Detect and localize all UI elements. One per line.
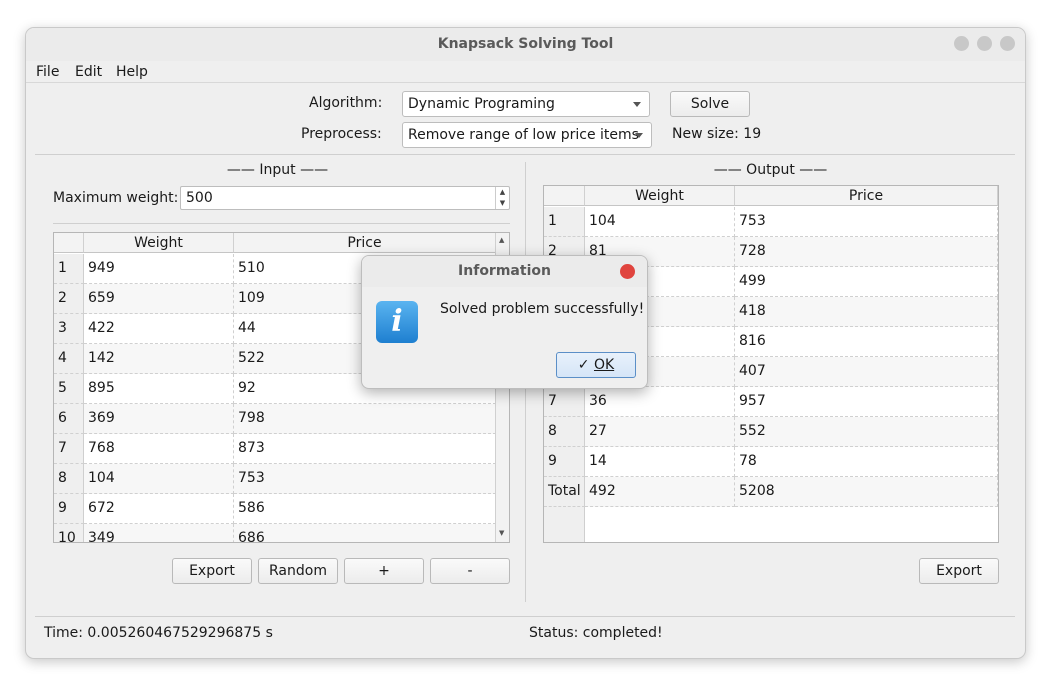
- corner-header: [54, 233, 84, 253]
- price-cell[interactable]: 753: [735, 207, 998, 237]
- weight-cell[interactable]: 422: [84, 314, 234, 344]
- row-header-fill: [544, 507, 585, 542]
- time-label: Time: 0.005260467529296875 s: [44, 625, 273, 641]
- solve-button[interactable]: Solve: [670, 91, 750, 117]
- window-title: Knapsack Solving Tool: [437, 36, 614, 52]
- row-header[interactable]: 1: [54, 254, 84, 284]
- price-cell[interactable]: 816: [735, 327, 998, 357]
- row-header[interactable]: 8: [544, 417, 585, 447]
- preprocess-label: Preprocess:: [301, 126, 382, 142]
- row-header[interactable]: 1: [544, 207, 585, 237]
- weight-cell[interactable]: 949: [84, 254, 234, 284]
- menu-edit[interactable]: Edit: [75, 61, 102, 83]
- close-button[interactable]: [1000, 36, 1015, 51]
- input-col-price[interactable]: Price: [234, 233, 496, 253]
- minimize-button[interactable]: [954, 36, 969, 51]
- row-header[interactable]: 7: [54, 434, 84, 464]
- price-cell[interactable]: 957: [735, 387, 998, 417]
- row-header[interactable]: 6: [54, 404, 84, 434]
- random-button[interactable]: Random: [258, 558, 338, 584]
- dialog-title: Information: [458, 263, 551, 279]
- weight-cell[interactable]: 14: [585, 447, 735, 477]
- menu-bar: File Edit Help: [26, 61, 1025, 83]
- price-cell[interactable]: 873: [234, 434, 496, 464]
- price-cell[interactable]: 78: [735, 447, 998, 477]
- price-cell[interactable]: 418: [735, 297, 998, 327]
- maximize-button[interactable]: [977, 36, 992, 51]
- row-header[interactable]: 10: [54, 524, 84, 542]
- row-header[interactable]: 7: [544, 387, 585, 417]
- price-cell[interactable]: 753: [234, 464, 496, 494]
- input-export-button[interactable]: Export: [172, 558, 252, 584]
- weight-cell[interactable]: 27: [585, 417, 735, 447]
- weight-cell[interactable]: 492: [585, 477, 735, 507]
- weight-cell[interactable]: 349: [84, 524, 234, 542]
- weight-cell[interactable]: 36: [585, 387, 735, 417]
- price-cell[interactable]: 499: [735, 267, 998, 297]
- max-weight-input[interactable]: 500 ▲ ▼: [180, 186, 510, 210]
- output-header: —— Output ——: [713, 162, 828, 178]
- information-dialog: Information i Solved problem successfull…: [361, 255, 648, 389]
- weight-cell[interactable]: 142: [84, 344, 234, 374]
- row-header[interactable]: 3: [54, 314, 84, 344]
- info-icon: i: [376, 301, 418, 343]
- price-cell[interactable]: 686: [234, 524, 496, 542]
- weight-cell[interactable]: 104: [585, 207, 735, 237]
- max-weight-value: 500: [186, 190, 213, 206]
- row-header[interactable]: 5: [54, 374, 84, 404]
- price-cell[interactable]: 552: [735, 417, 998, 447]
- weight-cell[interactable]: 369: [84, 404, 234, 434]
- algorithm-label: Algorithm:: [309, 95, 383, 111]
- price-cell[interactable]: 728: [735, 237, 998, 267]
- chevron-down-icon: [635, 133, 643, 138]
- row-header[interactable]: 8: [54, 464, 84, 494]
- preprocess-select[interactable]: Remove range of low price items: [402, 122, 652, 148]
- algorithm-value: Dynamic Programing: [408, 96, 555, 112]
- weight-cell[interactable]: 895: [84, 374, 234, 404]
- weight-cell[interactable]: 104: [84, 464, 234, 494]
- scroll-down-icon[interactable]: ▼: [499, 529, 504, 537]
- remove-row-button[interactable]: -: [430, 558, 510, 584]
- add-row-button[interactable]: +: [344, 558, 424, 584]
- price-cell[interactable]: 5208: [735, 477, 998, 507]
- dialog-title-bar[interactable]: Information: [362, 256, 647, 287]
- dialog-close-button[interactable]: [620, 264, 635, 279]
- status-divider: [35, 616, 1015, 617]
- dialog-message: Solved problem successfully!: [440, 301, 645, 317]
- output-col-price[interactable]: Price: [735, 186, 998, 206]
- preprocess-value: Remove range of low price items: [408, 127, 639, 143]
- max-weight-label: Maximum weight:: [53, 190, 179, 206]
- menu-file[interactable]: File: [36, 61, 59, 83]
- ok-label: OK: [593, 357, 615, 373]
- price-cell[interactable]: 407: [735, 357, 998, 387]
- weight-cell[interactable]: 659: [84, 284, 234, 314]
- output-col-weight[interactable]: Weight: [585, 186, 735, 206]
- price-cell[interactable]: 798: [234, 404, 496, 434]
- menu-help[interactable]: Help: [116, 61, 148, 83]
- spin-buttons[interactable]: ▲ ▼: [495, 187, 509, 209]
- check-icon: ✓: [577, 357, 590, 373]
- input-header: —— Input ——: [226, 162, 329, 178]
- weight-cell[interactable]: 672: [84, 494, 234, 524]
- row-header[interactable]: 4: [54, 344, 84, 374]
- input-divider: [53, 223, 510, 224]
- row-header[interactable]: Total: [544, 477, 585, 507]
- weight-cell[interactable]: 768: [84, 434, 234, 464]
- toolbar-divider: [35, 154, 1015, 155]
- output-export-button[interactable]: Export: [919, 558, 999, 584]
- input-col-weight[interactable]: Weight: [84, 233, 234, 253]
- algorithm-select[interactable]: Dynamic Programing: [402, 91, 650, 117]
- corner-header: [544, 186, 585, 206]
- row-header[interactable]: 2: [54, 284, 84, 314]
- price-cell[interactable]: 586: [234, 494, 496, 524]
- chevron-down-icon: [633, 102, 641, 107]
- title-bar[interactable]: Knapsack Solving Tool: [26, 28, 1025, 61]
- row-header[interactable]: 9: [544, 447, 585, 477]
- new-size-label: New size: 19: [672, 126, 762, 142]
- ok-button[interactable]: ✓ OK: [556, 352, 636, 378]
- status-label: Status: completed!: [529, 625, 663, 641]
- scroll-up-icon[interactable]: ▲: [499, 236, 504, 244]
- row-header[interactable]: 9: [54, 494, 84, 524]
